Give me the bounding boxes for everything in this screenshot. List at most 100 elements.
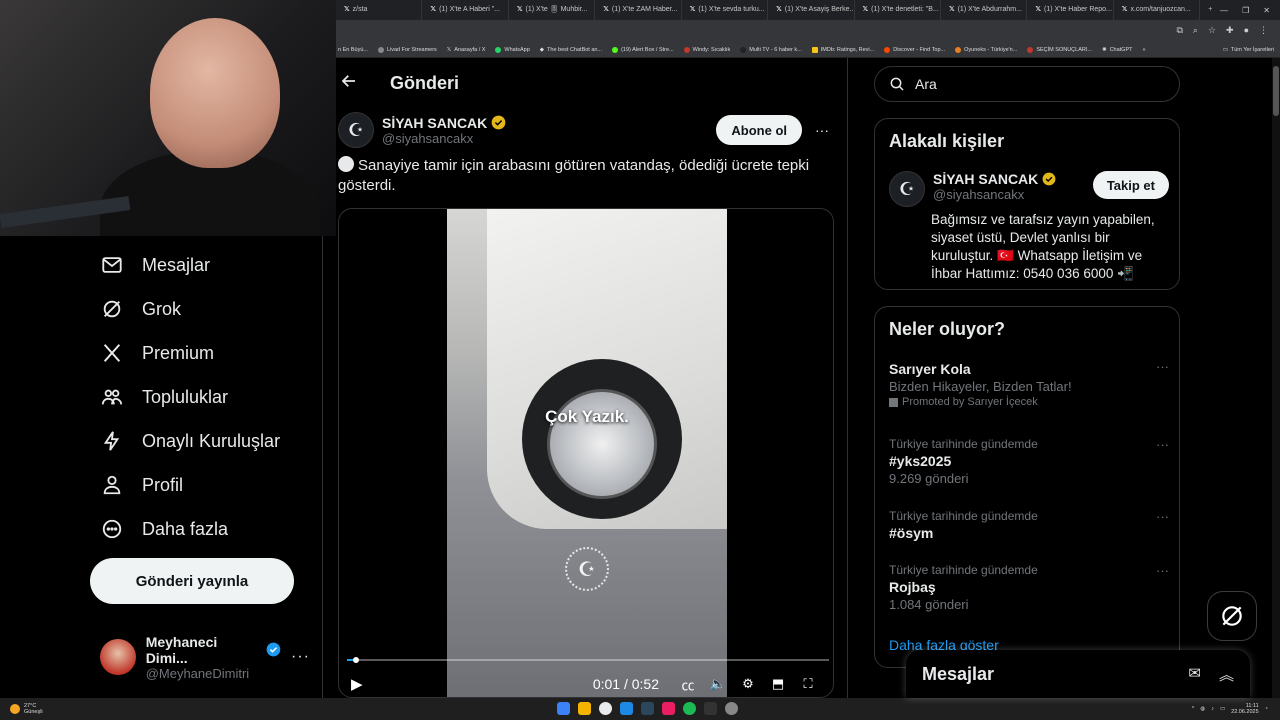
app-icon[interactable] <box>620 702 633 715</box>
bookmark[interactable]: Multi TV - 6 haber k... <box>740 46 802 53</box>
bookmark[interactable]: ◆ The best ChatBot an... <box>540 47 602 53</box>
trend-item[interactable]: Türkiye tarihinde gündemde #ösym ··· <box>889 509 1169 543</box>
bookmark[interactable]: WhatsApp <box>495 46 530 53</box>
expand-up-icon[interactable]: ︽ <box>1219 664 1234 685</box>
related-name[interactable]: SİYAH SANCAK <box>933 171 1038 187</box>
bookmark[interactable]: Livad For Streamers <box>377 46 437 53</box>
video-scrubber-handle[interactable] <box>353 657 360 663</box>
subscribe-button[interactable]: Abone ol <box>716 115 802 145</box>
author-handle[interactable]: @siyahsancakx <box>382 131 506 146</box>
close-window-icon[interactable]: ✕ <box>1263 6 1270 15</box>
notifications-icon[interactable]: ◔ <box>1265 706 1268 712</box>
communities-icon <box>100 385 124 409</box>
bookmark[interactable]: Oyuneks - Türkiye'n... <box>955 46 1017 53</box>
battery-icon[interactable]: ▭ <box>1220 706 1225 712</box>
trend-more-icon[interactable]: ··· <box>1156 359 1169 374</box>
file-explorer-icon[interactable] <box>578 702 591 715</box>
nav-item-messages[interactable]: Mesajlar <box>100 250 210 280</box>
bookmark[interactable]: SEÇİM SONUÇLARI... <box>1027 46 1092 53</box>
trend-more-icon[interactable]: ··· <box>1156 437 1169 452</box>
volume-icon[interactable]: ♪ <box>1211 706 1214 712</box>
chrome-icon[interactable] <box>599 702 612 715</box>
browser-tab[interactable]: 𝕏 (1) X'te Abdurrahm... <box>941 0 1028 20</box>
weather-widget[interactable]: 27°C Güneşli <box>0 703 43 715</box>
system-tray: ^ ◍ ♪ ▭ 11:11 22.06.2025 ◔ <box>1192 703 1280 716</box>
related-handle[interactable]: @siyahsancakx <box>933 187 1085 202</box>
trend-item[interactable]: Sarıyer Kola Bizden Hikayeler, Bizden Ta… <box>889 359 1169 408</box>
browser-tab[interactable]: 𝕏 (1) X'te Haber Repo... <box>1027 0 1114 20</box>
browser-tab[interactable]: 𝕏 (1) X'te A Haberi "... <box>422 0 509 20</box>
bookmark[interactable]: Windy: Sıcaklık <box>683 46 730 53</box>
video-player[interactable]: Çok Yazık. ☪ ▶ 0:01 / 0:52 ㏄ 🔈 ⚙ ⬒ ⛶ <box>338 208 834 698</box>
restore-icon[interactable]: ❐ <box>1242 6 1249 15</box>
new-tab-button[interactable]: + <box>1200 0 1220 20</box>
extension-icon[interactable]: ✚ <box>1226 25 1234 36</box>
trend-more-icon[interactable]: ··· <box>1156 563 1169 578</box>
trend-more-icon[interactable]: ··· <box>1156 509 1169 524</box>
install-icon[interactable]: ⧉ <box>1176 25 1182 36</box>
browser-tab[interactable]: 𝕏 (1) X'te 🎚 Muhbir... <box>509 0 596 20</box>
browser-tab-active[interactable]: 𝕏x.com/tanjuozcan... <box>1114 0 1201 20</box>
clock[interactable]: 11:11 22.06.2025 <box>1231 703 1259 716</box>
account-more-icon[interactable]: ··· <box>291 648 310 666</box>
nav-item-verified-orgs[interactable]: Onaylı Kuruluşlar <box>100 426 280 456</box>
app-icon[interactable] <box>704 702 717 715</box>
pip-icon[interactable]: ⬒ <box>763 676 793 692</box>
obs-icon[interactable] <box>725 702 738 715</box>
fullscreen-icon[interactable]: ⛶ <box>793 676 823 692</box>
app-icon[interactable] <box>662 702 675 715</box>
bookmark[interactable]: Discover - Find Top... <box>884 46 945 53</box>
address-bar[interactable]: ⧉ ⌕ ☆ ✚ ● ⋮ <box>336 20 1280 42</box>
browser-tab[interactable]: 𝕏 (1) X'te sevda turku... <box>682 0 769 20</box>
windows-start-icon[interactable] <box>557 702 570 715</box>
nav-item-profile[interactable]: Profil <box>100 470 183 500</box>
bookmark[interactable]: ✺ ChatGPT <box>1102 47 1133 53</box>
star-icon[interactable]: ☆ <box>1208 25 1216 36</box>
trend-item[interactable]: Türkiye tarihinde gündemde #yks2025 9.26… <box>889 437 1169 486</box>
post-more-icon[interactable]: ··· <box>810 122 834 138</box>
author-name[interactable]: SİYAH SANCAK <box>382 115 487 131</box>
menu-icon[interactable]: ⋮ <box>1259 25 1268 36</box>
nav-item-communities[interactable]: Topluluklar <box>100 382 228 412</box>
page-scrollbar[interactable] <box>1272 58 1280 698</box>
crescent-star-icon[interactable]: ☪ <box>338 112 374 148</box>
browser-tab[interactable]: 𝕏 (1) X'te denetleti: "B... <box>855 0 941 20</box>
scrollbar-thumb[interactable] <box>1273 66 1279 116</box>
bookmark[interactable]: n En Büyü... <box>338 47 368 53</box>
network-icon[interactable]: ◍ <box>1200 706 1205 712</box>
crescent-star-icon[interactable]: ☪ <box>889 171 925 207</box>
video-progress-bar[interactable] <box>347 657 829 663</box>
nav-item-premium[interactable]: Premium <box>100 338 214 368</box>
steam-icon[interactable] <box>641 702 654 715</box>
all-bookmarks[interactable]: ▭ Tüm Yer İşaretleri <box>1223 47 1280 53</box>
bookmark[interactable]: 𝕏 Anasayfa / X <box>447 47 486 53</box>
post-column: Gönderi ☪ SİYAH SANCAK @siyahsancakx Abo… <box>336 58 848 698</box>
follow-button[interactable]: Takip et <box>1092 171 1169 199</box>
profile-icon[interactable]: ● <box>1244 25 1249 36</box>
post-button[interactable]: Gönderi yayınla <box>90 558 294 604</box>
search-input[interactable] <box>915 76 1165 92</box>
settings-gear-icon[interactable]: ⚙ <box>733 676 763 692</box>
browser-tab[interactable]: 𝕏 (1) X'te Asayiş Berke... <box>768 0 855 20</box>
back-arrow-icon[interactable] <box>340 72 360 95</box>
minimize-icon[interactable]: — <box>1220 6 1228 15</box>
grok-floating-button[interactable] <box>1207 591 1257 641</box>
tray-chevron-icon[interactable]: ^ <box>1192 706 1195 712</box>
nav-item-more[interactable]: Daha fazla <box>100 514 228 544</box>
bookmarks-overflow[interactable]: » <box>1143 47 1146 53</box>
new-message-icon[interactable]: ✉ <box>1188 664 1201 685</box>
browser-tab[interactable]: 𝕏 (1) X'te ZAM Haber... <box>595 0 682 20</box>
spotify-icon[interactable] <box>683 702 696 715</box>
account-switcher[interactable]: Meyhaneci Dimi... @MeyhaneDimitri ··· <box>100 634 310 681</box>
play-icon[interactable]: ▶ <box>351 675 363 693</box>
nav-item-grok[interactable]: Grok <box>100 294 181 324</box>
search-box[interactable] <box>874 66 1180 102</box>
messages-drawer[interactable]: Mesajlar ✉ ︽ <box>906 650 1250 698</box>
volume-icon[interactable]: 🔈 <box>703 676 733 692</box>
captions-icon[interactable]: ㏄ <box>673 675 703 694</box>
zoom-icon[interactable]: ⌕ <box>1193 25 1198 36</box>
bookmark[interactable]: (19) Alert Box / Stre... <box>612 46 674 53</box>
trend-item[interactable]: Türkiye tarihinde gündemde Rojbaş 1.084 … <box>889 563 1169 612</box>
browser-tab[interactable]: 𝕏z/sta <box>336 0 423 20</box>
bookmark[interactable]: IMDb: Ratings, Revi... <box>811 46 874 53</box>
